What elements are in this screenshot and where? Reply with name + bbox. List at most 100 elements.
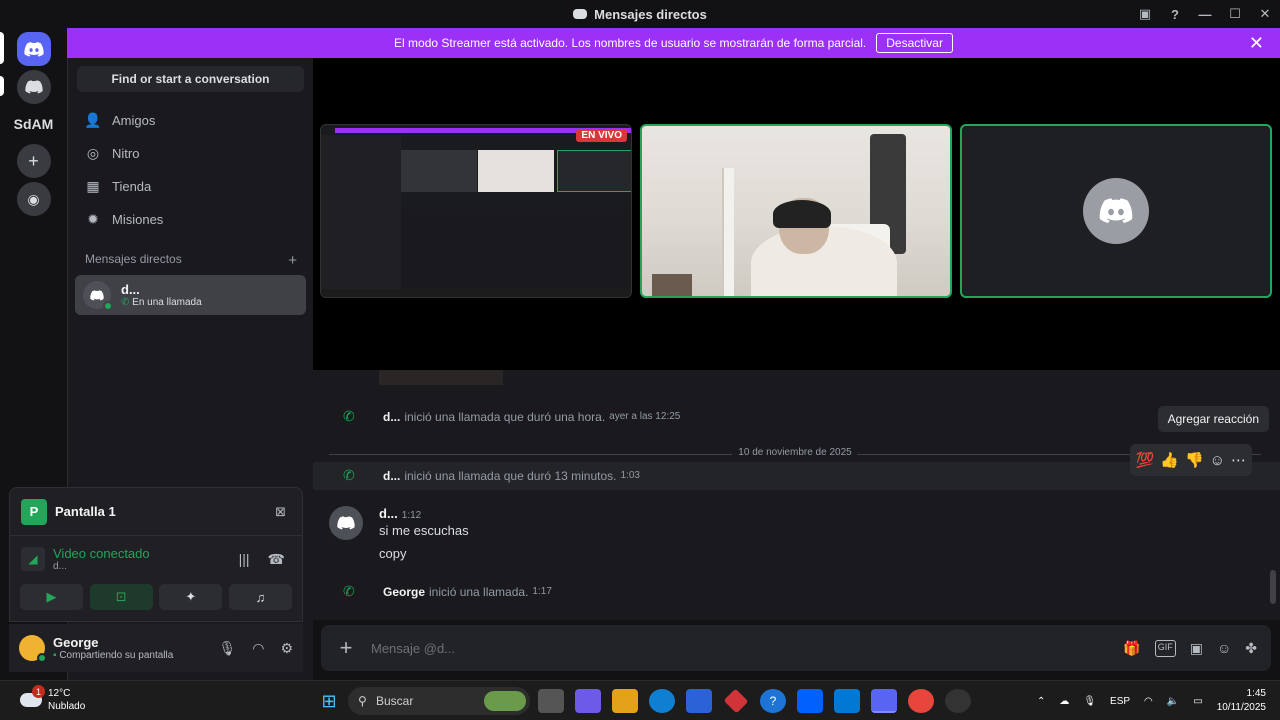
stop-stream-icon[interactable]: ⊠ (275, 504, 286, 520)
call-author[interactable]: d... (383, 469, 400, 483)
new-dm-icon[interactable]: + (288, 252, 297, 269)
dm-name: d... (121, 282, 140, 297)
microphone-icon[interactable]: 🎙 (218, 640, 236, 657)
thumbs-down-icon[interactable]: 👎 (1185, 451, 1204, 469)
direct-messages-button[interactable] (16, 32, 51, 66)
date-label: 10 de noviembre de 2025 (732, 447, 858, 458)
dm-item[interactable]: d... ✆ En una llamada (75, 275, 306, 315)
discord-taskbar-icon[interactable] (871, 689, 897, 713)
battery-icon[interactable]: ▭ (1193, 696, 1202, 707)
close-icon[interactable]: ✕ (1249, 33, 1264, 54)
message-author[interactable]: d... (379, 506, 398, 521)
message-input[interactable]: Mensaje @d... (371, 641, 1123, 656)
camera-icon: ▶ (46, 589, 57, 604)
help-icon[interactable]: ? (1160, 7, 1190, 22)
selected-indicator (0, 32, 4, 64)
chevron-up-icon[interactable]: ⌃ (1037, 696, 1045, 707)
camera-button[interactable]: ▶ (20, 584, 83, 610)
task-view-icon[interactable] (538, 689, 564, 713)
call-time: ayer a las 12:25 (609, 411, 681, 422)
store-icon[interactable] (686, 689, 712, 713)
maximize-button[interactable]: ☐ (1220, 6, 1250, 22)
more-options-icon[interactable]: ⋯ (1231, 451, 1246, 469)
reaction-100-icon[interactable]: 💯 (1136, 451, 1155, 469)
soundboard-button[interactable]: ♫ (228, 584, 292, 610)
call-author[interactable]: George (383, 585, 425, 599)
taskbar-search[interactable]: ⚲ Buscar (348, 687, 530, 715)
add-reaction-icon[interactable]: ☺ (1210, 452, 1225, 469)
wifi-icon[interactable]: ◠ (1144, 696, 1153, 707)
dm-header: Mensajes directos + (68, 236, 313, 275)
screen-share-tile[interactable]: EN VIVO (320, 124, 632, 298)
call-author[interactable]: d... (383, 410, 400, 424)
disable-streamer-button[interactable]: Desactivar (876, 33, 953, 53)
stream-preview-camera (478, 150, 554, 192)
dropbox-icon[interactable] (797, 689, 823, 713)
help-app-icon[interactable]: ? (760, 689, 786, 713)
search-conversation-button[interactable]: Find or start a conversation (77, 66, 304, 92)
nav-quests[interactable]: ✹ Misiones (68, 203, 313, 236)
gift-icon[interactable]: 🎁 (1123, 640, 1140, 657)
nav-friends[interactable]: 👤 Amigos (68, 104, 313, 137)
thumbs-up-icon[interactable]: 👍 (1160, 451, 1179, 469)
minimize-button[interactable]: — (1190, 7, 1220, 22)
nav-nitro[interactable]: ◎ Nitro (68, 137, 313, 170)
discover-icon[interactable]: ◉ (16, 182, 51, 216)
sticker-icon[interactable]: ▣ (1190, 640, 1203, 657)
desk-items (652, 274, 692, 296)
noise-suppression-icon[interactable]: ||| (239, 551, 250, 567)
avatar[interactable] (329, 506, 363, 540)
server-avatar[interactable] (16, 70, 51, 104)
live-badge: EN VIVO (576, 129, 627, 142)
settings-icon[interactable]: ⚙ (280, 640, 293, 657)
emoji-icon[interactable]: ☺ (1217, 640, 1231, 657)
edge-icon[interactable] (649, 689, 675, 713)
image-attachment[interactable] (379, 370, 503, 385)
camera-tile[interactable] (640, 124, 952, 298)
app-red-icon[interactable] (723, 688, 749, 714)
file-explorer-icon[interactable] (612, 689, 638, 713)
nav-label: Misiones (112, 212, 164, 227)
chrome-icon[interactable] (908, 689, 934, 713)
attach-icon[interactable]: + (321, 635, 371, 661)
language-indicator[interactable]: ESP (1110, 696, 1130, 707)
weather-temp: 12°C (48, 688, 71, 699)
copilot-icon[interactable] (575, 689, 601, 713)
activities-button[interactable]: ✦ (159, 584, 223, 610)
avatar (83, 281, 113, 311)
phone-icon: ✆ (343, 583, 355, 599)
nav-label: Tienda (112, 179, 152, 194)
stream-preview-taskbar (321, 289, 631, 297)
headphones-icon[interactable]: ◠ (252, 640, 264, 657)
message-actions: 💯 👍 👎 ☺ ⋯ (1129, 444, 1252, 476)
call-text: inició una llamada que duró 13 minutos. (404, 468, 617, 483)
stream-preview-empty (557, 150, 631, 192)
share-screen-button[interactable]: ⊡ (89, 584, 153, 610)
server-sdam[interactable]: SdAM (0, 108, 67, 140)
nav-shop[interactable]: ▦ Tienda (68, 170, 313, 203)
signal-icon[interactable]: ◢ (21, 547, 45, 571)
add-server-icon[interactable]: + (16, 144, 51, 178)
weather-widget[interactable]: 1 12°C Nublado (20, 685, 85, 713)
message-list: ✆ d... inició una llamada que duró una h… (313, 370, 1280, 620)
voice-status: Video conectado (53, 546, 150, 561)
online-status-icon (103, 301, 113, 311)
call-message: ✆ d... inició una llamada que duró 13 mi… (343, 467, 640, 484)
onedrive-icon[interactable]: ☁ (1059, 696, 1069, 707)
scrollbar[interactable] (1270, 570, 1276, 604)
phone-icon: ✆ (121, 297, 130, 308)
gif-icon[interactable]: GIF (1154, 639, 1176, 657)
start-icon[interactable]: ⊞ (316, 689, 342, 713)
clock[interactable]: 1:45 10/11/2025 (1217, 687, 1266, 715)
microphone-tray-icon[interactable]: 🎙 (1083, 696, 1096, 707)
clock-date: 10/11/2025 (1216, 702, 1266, 713)
outlook-icon[interactable] (834, 689, 860, 713)
volume-icon[interactable]: 🔈 (1167, 696, 1179, 707)
avatar[interactable] (19, 635, 47, 663)
inbox-icon[interactable]: ▣ (1130, 6, 1160, 22)
apps-icon[interactable]: ✤ (1245, 640, 1257, 657)
participant-tile[interactable] (960, 124, 1272, 298)
disconnect-icon[interactable]: ☎ (268, 551, 285, 568)
close-window-button[interactable]: ✕ (1250, 6, 1280, 22)
obs-icon[interactable] (945, 689, 971, 713)
